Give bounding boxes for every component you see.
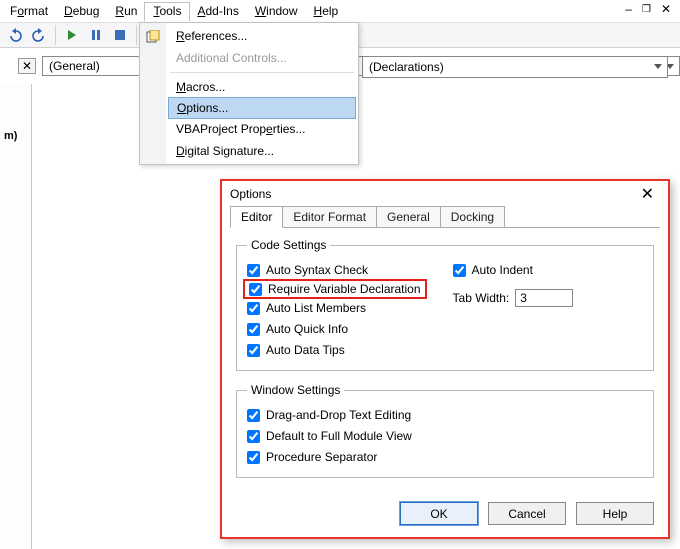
chk-require-var-decl[interactable]: Require Variable Declaration bbox=[243, 279, 427, 299]
menu-additional-controls: Additional Controls... bbox=[166, 47, 358, 69]
chk-auto-syntax[interactable]: Auto Syntax Check bbox=[247, 260, 423, 280]
chk-auto-quick-info[interactable]: Auto Quick Info bbox=[247, 319, 423, 339]
toolbar-divider bbox=[136, 25, 137, 45]
window-settings-group: Window Settings Drag-and-Drop Text Editi… bbox=[236, 383, 654, 478]
tab-width-input[interactable] bbox=[515, 289, 573, 307]
tab-width-label: Tab Width: bbox=[453, 291, 510, 305]
run-button[interactable] bbox=[61, 24, 83, 46]
redo-button[interactable] bbox=[28, 24, 50, 46]
chk-full-module-box[interactable] bbox=[247, 430, 260, 443]
project-explorer: m) bbox=[0, 84, 32, 549]
minimize-button[interactable]: – bbox=[622, 2, 635, 16]
dropdown-icon-column bbox=[140, 23, 166, 164]
tools-dropdown: References... Additional Controls... Mac… bbox=[139, 22, 359, 165]
dialog-buttons: OK Cancel Help bbox=[222, 496, 668, 537]
project-label: m) bbox=[4, 130, 17, 142]
menu-vbaproject-properties[interactable]: VBAProject Properties... bbox=[166, 118, 358, 140]
chk-auto-data-tips-box[interactable] bbox=[247, 344, 260, 357]
chk-proc-sep[interactable]: Procedure Separator bbox=[247, 447, 643, 467]
menu-options[interactable]: Options... bbox=[168, 97, 356, 119]
dialog-body: Code Settings Auto Syntax Check Require … bbox=[222, 228, 668, 496]
window-settings-legend: Window Settings bbox=[247, 383, 344, 397]
menu-format[interactable]: Format bbox=[2, 2, 56, 20]
code-settings-legend: Code Settings bbox=[247, 238, 330, 252]
chk-proc-sep-box[interactable] bbox=[247, 451, 260, 464]
break-button[interactable] bbox=[85, 24, 107, 46]
window-controls: – ❐ ✕ bbox=[622, 2, 674, 16]
cancel-button[interactable]: Cancel bbox=[488, 502, 566, 525]
menu-window[interactable]: Window bbox=[247, 2, 306, 20]
references-icon bbox=[140, 26, 166, 48]
undo-button[interactable] bbox=[4, 24, 26, 46]
help-button[interactable]: Help bbox=[576, 502, 654, 525]
toolbar-divider bbox=[55, 25, 56, 45]
pane-close-button[interactable]: ✕ bbox=[18, 58, 36, 74]
menu-addins[interactable]: Add-Ins bbox=[189, 2, 246, 20]
code-settings-group: Code Settings Auto Syntax Check Require … bbox=[236, 238, 654, 371]
options-dialog: Options ✕ Editor Editor Format General D… bbox=[220, 179, 670, 539]
object-dropdown-label: (General) bbox=[49, 59, 100, 73]
tab-width-row: Tab Width: bbox=[453, 289, 574, 307]
chk-drag-drop-box[interactable] bbox=[247, 409, 260, 422]
chk-auto-list[interactable]: Auto List Members bbox=[247, 298, 423, 318]
procedure-dropdown-label: (Declarations) bbox=[369, 60, 444, 74]
menu-macros[interactable]: Macros... bbox=[166, 76, 358, 98]
menubar: Format Debug Run Tools Add-Ins Window He… bbox=[0, 0, 680, 22]
chk-auto-list-box[interactable] bbox=[247, 302, 260, 315]
tab-editor-format[interactable]: Editor Format bbox=[282, 206, 377, 227]
menu-separator bbox=[170, 72, 354, 73]
dialog-title: Options bbox=[230, 187, 271, 201]
menu-help[interactable]: Help bbox=[306, 2, 347, 20]
reset-button[interactable] bbox=[109, 24, 131, 46]
chk-auto-data-tips[interactable]: Auto Data Tips bbox=[247, 340, 423, 360]
menu-references[interactable]: References... bbox=[166, 25, 358, 47]
chk-auto-quick-info-box[interactable] bbox=[247, 323, 260, 336]
procedure-dropdown[interactable]: (Declarations) bbox=[362, 56, 668, 78]
restore-button[interactable]: ❐ bbox=[639, 4, 654, 15]
ok-button[interactable]: OK bbox=[400, 502, 478, 525]
menu-tools[interactable]: Tools bbox=[144, 2, 190, 21]
close-button[interactable]: ✕ bbox=[658, 2, 674, 16]
chk-auto-indent[interactable]: Auto Indent bbox=[453, 260, 574, 280]
chk-auto-syntax-box[interactable] bbox=[247, 264, 260, 277]
dialog-titlebar[interactable]: Options ✕ bbox=[222, 181, 668, 206]
tab-general[interactable]: General bbox=[376, 206, 441, 227]
dialog-tabstrip: Editor Editor Format General Docking bbox=[230, 206, 660, 228]
menu-digital-signature[interactable]: Digital Signature... bbox=[166, 140, 358, 162]
dialog-close-button[interactable]: ✕ bbox=[635, 184, 660, 204]
chk-full-module[interactable]: Default to Full Module View bbox=[247, 426, 643, 446]
chk-auto-indent-box[interactable] bbox=[453, 264, 466, 277]
tab-editor[interactable]: Editor bbox=[230, 206, 283, 228]
menu-run[interactable]: Run bbox=[107, 2, 145, 20]
menu-debug[interactable]: Debug bbox=[56, 2, 107, 20]
chk-drag-drop[interactable]: Drag-and-Drop Text Editing bbox=[247, 405, 643, 425]
chk-require-var-decl-box[interactable] bbox=[249, 283, 262, 296]
tab-docking[interactable]: Docking bbox=[440, 206, 505, 227]
